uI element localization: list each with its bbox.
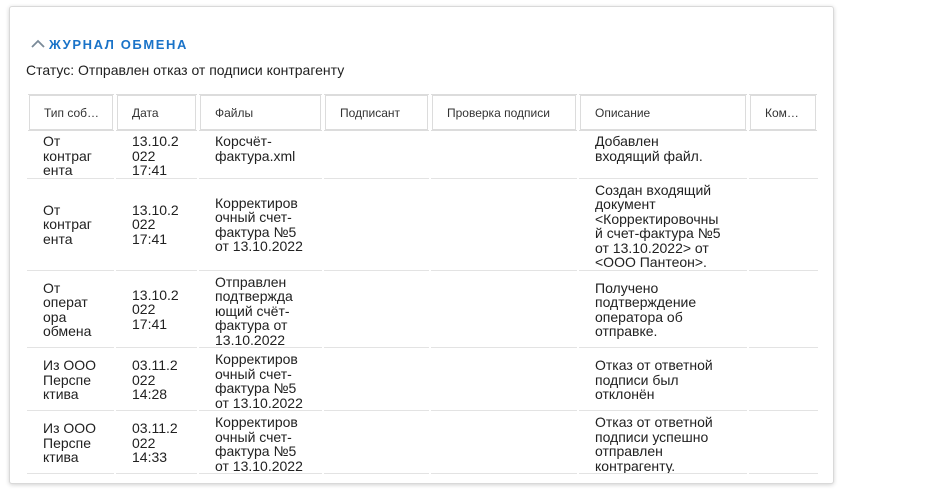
cell-comment [747, 347, 818, 411]
table-row[interactable]: От контраг ента 13.10.2 022 17:41 Корсчё… [27, 130, 818, 179]
cell-signer [322, 347, 430, 411]
cell-files: Корректиров очный счет- фактура №5 от 13… [197, 178, 323, 271]
chevron-up-icon[interactable] [30, 38, 46, 50]
cell-description: Отказ от ответной подписи успешно отправ… [577, 410, 748, 474]
panel-title: ЖУРНАЛ ОБМЕНА [49, 36, 189, 52]
column-header-date[interactable]: Дата [114, 94, 199, 131]
cell-date: 13.10.2 022 17:41 [114, 178, 198, 271]
cell-signature-check [429, 410, 578, 474]
cell-signature-check [429, 178, 578, 271]
cell-comment [747, 178, 818, 271]
table-row[interactable]: От операт ора обмена 13.10.2 022 17:41 О… [27, 270, 818, 348]
table-row[interactable]: От контраг ента 13.10.2 022 17:41 Коррек… [27, 178, 818, 271]
cell-description: Получено подтверждение оператора об отпр… [577, 270, 748, 348]
cell-date: 13.10.2 022 17:41 [114, 270, 198, 348]
cell-date: 03.11.2 022 14:28 [114, 347, 198, 411]
cell-type: Из ООО Перспе ктива [27, 410, 115, 474]
cell-comment [747, 130, 818, 179]
cell-type: От контраг ента [27, 178, 115, 271]
cell-date: 13.10.2 022 17:41 [114, 130, 198, 179]
cell-signature-check [429, 347, 578, 411]
exchange-log-panel: ЖУРНАЛ ОБМЕНА Статус: Отправлен отказ от… [9, 6, 834, 484]
column-header-type[interactable]: Тип соб… [26, 94, 116, 131]
column-header-comment[interactable]: Ком… [747, 94, 819, 131]
column-header-files[interactable]: Файлы [197, 94, 324, 131]
cell-signer [322, 270, 430, 348]
cell-description: Добавлен входящий файл. [577, 130, 748, 179]
cell-comment [747, 410, 818, 474]
cell-files: Корректиров очный счет- фактура №5 от 13… [197, 410, 323, 474]
cell-signer [322, 178, 430, 271]
cell-signer [322, 130, 430, 179]
cell-description: Отказ от ответной подписи был отклонён [577, 347, 748, 411]
cell-files: Отправлен подтвержда ющий счёт- фактура … [197, 270, 323, 348]
cell-type: Из ООО Перспе ктива [27, 347, 115, 411]
exchange-log-header[interactable]: ЖУРНАЛ ОБМЕНА [30, 34, 188, 54]
column-header-signature-check[interactable]: Проверка подписи [429, 94, 579, 131]
cell-comment [747, 270, 818, 348]
column-header-description[interactable]: Описание [577, 94, 749, 131]
cell-type: От контраг ента [27, 130, 115, 179]
cell-signature-check [429, 270, 578, 348]
table-row[interactable]: Из ООО Перспе ктива 03.11.2 022 14:28 Ко… [27, 347, 818, 411]
cell-files: Корректиров очный счет- фактура №5 от 13… [197, 347, 323, 411]
cell-files: Корсчёт- фактура.xml [197, 130, 323, 179]
cell-signature-check [429, 130, 578, 179]
table-row[interactable]: Из ООО Перспе ктива 03.11.2 022 14:33 Ко… [27, 410, 818, 474]
column-header-signer[interactable]: Подписант [322, 94, 431, 131]
cell-description: Создан входящий документ <Корректировочн… [577, 178, 748, 271]
cell-date: 03.11.2 022 14:33 [114, 410, 198, 474]
table-header-row: Тип соб… Дата Файлы Подписант Проверка п… [26, 94, 819, 131]
cell-type: От операт ора обмена [27, 270, 115, 348]
status-text: Статус: Отправлен отказ от подписи контр… [26, 62, 345, 78]
exchange-log-table: Тип соб… Дата Файлы Подписант Проверка п… [26, 94, 819, 474]
cell-signer [322, 410, 430, 474]
